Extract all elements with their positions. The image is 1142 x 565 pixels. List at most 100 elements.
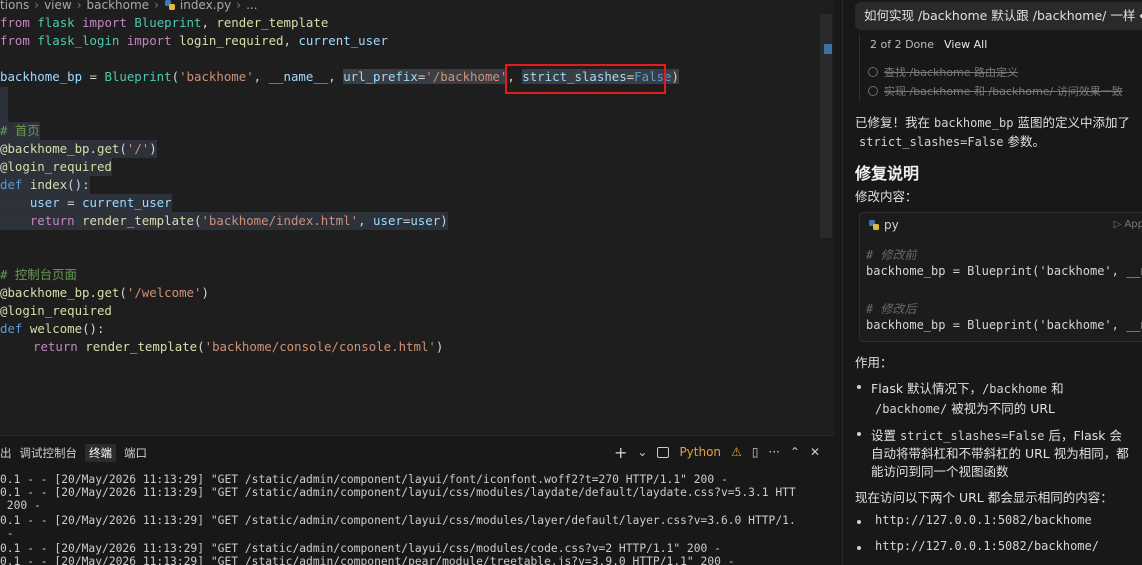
code-line-8: @backhome_bp.get('/') bbox=[0, 140, 157, 158]
code-token: , bbox=[328, 69, 344, 84]
new-terminal-icon[interactable]: + bbox=[614, 443, 627, 462]
split-terminal-icon[interactable]: ▯ bbox=[752, 445, 759, 459]
terminal-line: 0.1 - - [20/May/2026 11:13:29] "GET /sta… bbox=[0, 542, 721, 555]
code-line-15: # 控制台页面 bbox=[0, 267, 77, 282]
url-link[interactable]: http://127.0.0.1:5082/backhome bbox=[875, 513, 1092, 527]
chevron-right-icon: › bbox=[154, 0, 159, 12]
code-token: user bbox=[410, 213, 441, 228]
code-token: (): bbox=[82, 321, 105, 336]
code-token: ) bbox=[671, 69, 679, 84]
code-token: flask_login bbox=[37, 33, 120, 48]
breadcrumb-item[interactable]: view bbox=[44, 0, 72, 11]
section-heading: 修复说明 bbox=[855, 164, 920, 183]
code-token: return bbox=[29, 213, 75, 228]
code-token: 'backhome' bbox=[179, 69, 254, 84]
todo-header: 2 of 2 Done View All bbox=[870, 38, 987, 51]
reply-text: strict_slashes=False 参数。 bbox=[859, 131, 1045, 150]
tab-output[interactable]: 出 bbox=[0, 445, 12, 461]
more-actions-icon[interactable]: ··· bbox=[768, 445, 779, 459]
terminal-line: 0.1 - - [20/May/2026 11:13:29] "GET /sta… bbox=[0, 486, 796, 499]
code-token: ) bbox=[201, 285, 209, 300]
code-token: return bbox=[33, 339, 78, 354]
terminal-name[interactable]: Python bbox=[679, 445, 721, 459]
code-line: backhome_bp = Blueprint('backhome', __n bbox=[866, 264, 1142, 278]
tab-debug-console[interactable]: 调试控制台 bbox=[20, 445, 78, 461]
code-token: ···· bbox=[0, 195, 30, 210]
url-link[interactable]: http://127.0.0.1:5082/backhome/ bbox=[875, 539, 1099, 553]
code-token: render_template bbox=[216, 15, 329, 30]
todo-item: 查找 /backhome 路由定义 bbox=[868, 64, 1019, 79]
code-token: Blueprint bbox=[134, 15, 202, 30]
code-token: get bbox=[97, 141, 120, 156]
bullet-text-part: 被视为不同的 URL bbox=[947, 401, 1055, 416]
bullet-dot bbox=[857, 546, 861, 550]
code-block-header: py bbox=[868, 218, 899, 232]
bullet-text: 能访问到同一个视图函数 bbox=[871, 464, 1009, 479]
code-token: ( bbox=[171, 69, 180, 84]
code-token: , bbox=[358, 213, 374, 228]
bullet-text: Flask 默认情况下，/backhome 和 bbox=[871, 378, 1064, 397]
bullet-text-part: 设置 bbox=[871, 428, 900, 443]
bullet-text-part: 和 bbox=[1047, 381, 1064, 396]
code-token: @backhome_bp bbox=[0, 285, 90, 300]
view-all-link[interactable]: View All bbox=[944, 38, 987, 51]
chevron-down-icon[interactable]: ⌄ bbox=[637, 445, 647, 459]
code-token: . bbox=[89, 141, 97, 156]
terminal-line: - bbox=[0, 527, 14, 540]
code-token: ( bbox=[119, 285, 127, 300]
tab-ports[interactable]: 端口 bbox=[124, 445, 147, 461]
code-line-11: ····user = current_user bbox=[0, 194, 172, 212]
reply-text-part: 参数。 bbox=[1003, 134, 1045, 149]
code-token: = bbox=[82, 69, 105, 84]
code-token: import bbox=[82, 15, 127, 30]
code-token: ···· bbox=[0, 213, 30, 228]
reply-text-part: 蓝图的定义中添加了 bbox=[1013, 115, 1130, 130]
todo-item-label: 实现 /backhome 和 /backhome/ 访问效果一致 bbox=[884, 85, 1123, 98]
code-line-2: from flask_login import login_required, … bbox=[0, 32, 388, 50]
bullet-text-part: 后，Flask 会 bbox=[1044, 428, 1123, 443]
user-message[interactable]: 如何实现 /backhome 默认跟 /backhome/ 一样 ↵ bbox=[855, 2, 1142, 30]
todo-list: 2 of 2 Done View All 查找 /backhome 路由定义 实现… bbox=[859, 34, 1142, 100]
todo-item-label: 查找 /backhome 路由定义 bbox=[884, 66, 1019, 79]
code-token: user bbox=[29, 195, 60, 210]
maximize-panel-icon[interactable]: ⌃ bbox=[790, 445, 800, 459]
breadcrumb-item[interactable]: index.py bbox=[180, 0, 231, 11]
check-circle-icon bbox=[868, 86, 878, 96]
apply-button[interactable]: ▷ App bbox=[1114, 219, 1142, 230]
inline-code: strict_slashes=False bbox=[899, 429, 1045, 443]
todo-count: 2 of 2 Done bbox=[870, 38, 935, 51]
terminal-line: 0.1 - - [20/May/2026 11:13:29] "GET /sta… bbox=[0, 514, 796, 527]
breadcrumb-item[interactable]: ... bbox=[246, 0, 257, 11]
bullet-dot bbox=[857, 432, 861, 436]
python-file-icon bbox=[869, 220, 879, 230]
todo-item: 实现 /backhome 和 /backhome/ 访问效果一致 bbox=[868, 83, 1123, 98]
terminal-line: 200 - bbox=[0, 499, 41, 512]
code-token: , bbox=[201, 15, 217, 30]
code-line-1: from flask import Blueprint, render_temp… bbox=[0, 14, 328, 32]
warning-icon[interactable]: ⚠ bbox=[731, 445, 742, 459]
code-editor[interactable]: tions › view › backhome › index.py ›... from fl… bbox=[0, 0, 834, 435]
breadcrumb-item[interactable]: tions bbox=[0, 0, 29, 11]
tab-terminal[interactable]: 终端 bbox=[85, 444, 116, 462]
code-token: ( bbox=[119, 141, 127, 156]
code-token: , bbox=[283, 33, 299, 48]
code-token: ) bbox=[149, 141, 157, 156]
close-panel-icon[interactable]: ✕ bbox=[810, 445, 820, 459]
panel-toolbar: + ⌄ Python ⚠ ▯ ··· ⌃ ✕ bbox=[614, 442, 820, 462]
terminal-panel: 出调试控制台 终端 端口 + ⌄ Python ⚠ ▯ ··· ⌃ ✕ 0.1 - … bbox=[0, 435, 834, 565]
bullet-text-part: Flask 默认情况下， bbox=[871, 381, 983, 396]
code-line-17: @login_required bbox=[0, 303, 112, 318]
code-token: def bbox=[0, 321, 23, 336]
code-token: url_prefix bbox=[343, 69, 418, 84]
code-token: import bbox=[126, 33, 172, 48]
python-file-icon bbox=[164, 0, 175, 10]
highlight-annotation-box bbox=[505, 64, 666, 94]
code-token: 'backhome/index.html' bbox=[201, 213, 359, 228]
code-token: ) bbox=[435, 339, 444, 354]
breadcrumb-item[interactable]: backhome bbox=[87, 0, 150, 11]
code-token: user bbox=[373, 213, 403, 228]
code-token: = bbox=[59, 195, 83, 210]
code-token: __name__ bbox=[268, 69, 329, 84]
inline-code: /backhome/ bbox=[875, 402, 948, 416]
reply-text-part: 已修复！我在 bbox=[855, 115, 934, 130]
